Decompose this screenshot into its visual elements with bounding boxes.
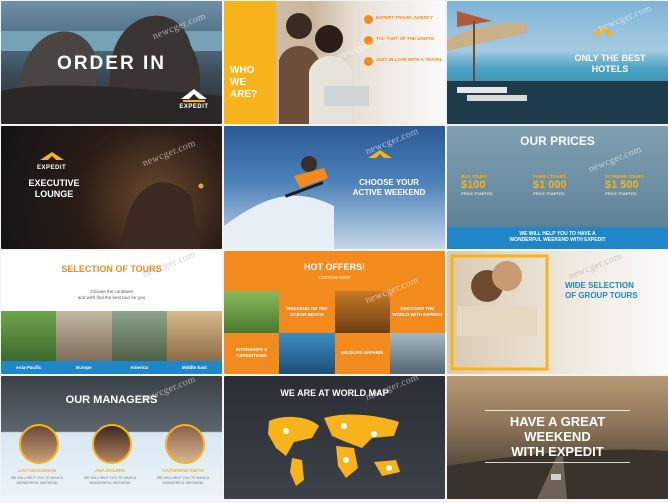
tile-active-weekend[interactable]: CHOOSE YOUR ACTIVE WEEKEND newcger.com: [224, 126, 445, 249]
circle-icon: [364, 15, 373, 24]
watermark: newcger.com: [586, 143, 644, 176]
tours-title: SELECTION OF TOURS: [61, 264, 162, 274]
offer-card[interactable]: WEEKEND ON THE OCEAN BEACH: [279, 291, 334, 333]
manager-name: ANA HOLDEN: [95, 468, 125, 473]
managers-title: OUR MANAGERS: [65, 394, 158, 406]
tile-great-weekend[interactable]: HAVE A GREAT WEEKEND WITH EXPEDIT: [447, 376, 668, 499]
offers-grid: WEEKEND ON THE OCEAN BEACH DISCOVER THE …: [224, 291, 445, 374]
offer-image-beach[interactable]: [224, 291, 280, 333]
expedit-logo: EXPEDIT: [179, 87, 209, 110]
tile-executive-lounge[interactable]: EXPEDIT EXECUTIVE LOUNGE newcger.com: [1, 126, 222, 249]
manager-caption: WE WILL HELP YOU TO HAVE A WONDERFUL WEE…: [156, 476, 210, 485]
divider-line: [485, 462, 630, 463]
tile-who-we-are[interactable]: WHO WE ARE? EXPERT TRAVEL AGENCY THE PAR…: [224, 1, 445, 124]
offer-image-surf[interactable]: [279, 332, 335, 374]
tile-world-map[interactable]: WE ARE AT WORLD MAP newcger.com: [224, 376, 445, 499]
avatar: [19, 424, 59, 464]
avatar: [165, 424, 205, 464]
expedit-logo: [589, 25, 617, 39]
couple-photo: [450, 254, 549, 371]
prices-title: OUR PRICES: [520, 134, 595, 148]
expedit-logo: EXPEDIT: [37, 150, 66, 171]
destinations-strip: Asia-Pacific Europe America Middle East: [1, 311, 222, 374]
tile-selection-of-tours[interactable]: SELECTION OF TOURS Choose the continent …: [1, 251, 222, 374]
dest-label: America: [130, 365, 148, 370]
weekend-final-title: HAVE A GREAT WEEKEND WITH EXPEDIT: [509, 414, 606, 459]
divider-line: [485, 410, 630, 411]
plane-icon: [368, 150, 392, 158]
offer-card[interactable]: DISCOVER THE WORLD WITH EXPEDIT: [390, 291, 445, 333]
dest-label: Europe: [76, 365, 92, 370]
tile-title: ORDER IN: [57, 53, 166, 74]
tile-our-prices[interactable]: OUR PRICES BUS TOURS $100 PRICE STARTED …: [447, 126, 668, 249]
plane-icon: [39, 152, 64, 160]
offer-card[interactable]: WILDLIFE SAFARIS: [335, 333, 390, 375]
hotels-title: ONLY THE BEST HOTELS: [574, 53, 646, 74]
lounge-title: EXECUTIVE LOUNGE: [28, 178, 80, 199]
tile-best-hotels[interactable]: ONLY THE BEST HOTELS newcger.com: [447, 1, 668, 124]
tile-group-tours[interactable]: WIDE SELECTION OF GROUP TOURS newcger.co…: [447, 251, 668, 374]
video-template-preview-grid: ORDER IN EXPEDIT newcger.com WHO WE ARE?: [0, 0, 668, 503]
manager-caption: WE WILL HELP YOU TO HAVE A WONDERFUL WEE…: [10, 476, 64, 485]
weekend-title: CHOOSE YOUR ACTIVE WEEKEND: [352, 178, 426, 197]
dest-america-image[interactable]: [111, 311, 167, 361]
offer-image-tiger[interactable]: [334, 291, 390, 333]
circle-icon: [364, 57, 373, 66]
dest-label: Asia-Pacific: [15, 365, 42, 370]
circle-icon: [364, 36, 373, 45]
tile-hot-offers[interactable]: HOT OFFERS! CHOOSE NOW WEEKEND ON THE OC…: [224, 251, 445, 374]
dest-europe-image[interactable]: [56, 311, 112, 361]
manager-name: KATHERINE SMITH: [162, 468, 204, 473]
plane-icon: [181, 89, 207, 102]
offers-title: HOT OFFERS!: [304, 262, 365, 272]
offers-subtitle: CHOOSE NOW: [318, 275, 351, 280]
price-bus: BUS TOURS $100 PRICE STARTED: [461, 174, 493, 196]
dest-asia-image[interactable]: [1, 311, 57, 361]
info-list: EXPERT TRAVEL AGENCY THE PART OF THE UNW…: [364, 15, 444, 66]
offer-image-hiker[interactable]: [389, 332, 445, 374]
price-family: FAMILY TOURS $1 000 PRICE STARTED: [533, 174, 567, 196]
prices-footer: WE WILL HELP YOU TO HAVE A WONDERFUL WEE…: [447, 227, 668, 249]
expedit-logo: [366, 148, 394, 162]
tile-order-in[interactable]: ORDER IN EXPEDIT newcger.com: [1, 1, 222, 124]
dest-label: Middle East: [181, 365, 207, 370]
plane-icon: [591, 27, 615, 35]
tile-our-managers[interactable]: OUR MANAGERS LISA NICKLESON ANA HOLDEN K…: [1, 376, 222, 499]
yellow-panel: [224, 1, 276, 124]
avatar: [92, 424, 132, 464]
dest-middle-east-image[interactable]: [166, 311, 222, 361]
manager-name: LISA NICKLESON: [18, 468, 56, 473]
group-tours-title: WIDE SELECTION OF GROUP TOURS: [565, 281, 638, 300]
tours-subtitle: Choose the continent and we'll find the …: [77, 289, 146, 300]
price-extreme: EXTREME TOURS $1 500 PRICE STARTED: [605, 174, 644, 196]
who-title: WHO WE ARE?: [230, 65, 258, 100]
offer-card[interactable]: INTERSHIPS & EXPEDITIONS: [224, 333, 279, 375]
manager-caption: WE WILL HELP YOU TO HAVE A WONDERFUL WEE…: [83, 476, 137, 485]
world-map: [268, 414, 400, 486]
